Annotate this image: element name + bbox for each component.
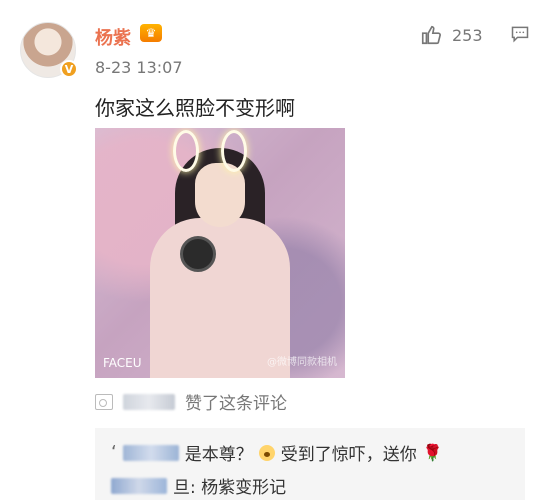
reply-item[interactable]: 旦: 杨紫变形记	[111, 473, 286, 498]
crown-badge-icon: ♛	[140, 24, 162, 42]
photo-watermark-left: FACEU	[103, 356, 142, 370]
thumbs-up-icon	[421, 25, 441, 45]
rose-icon: 🌹	[422, 443, 443, 462]
verified-badge-icon: V	[60, 60, 78, 78]
username[interactable]: 杨紫	[95, 24, 131, 50]
reply-text-part-2: 受到了惊吓，送你	[280, 445, 417, 465]
liked-comment-label: 赞了这条评论	[185, 394, 287, 414]
reply-like-meta: 赞了这条评论	[95, 389, 287, 414]
bunny-ear-left-icon	[173, 130, 199, 172]
handheld-fan	[180, 236, 216, 272]
like-count: 253	[452, 25, 483, 45]
blurred-reply-user	[111, 477, 167, 494]
like-action[interactable]: 253	[420, 24, 483, 46]
person-face	[195, 163, 245, 227]
reply-text-part-1: 是本尊？	[184, 445, 253, 465]
comment-icon[interactable]	[510, 24, 530, 44]
replies-box: ‘ 是本尊？ 受到了惊吓，送你 🌹 旦: 杨紫变形记	[95, 428, 525, 500]
reply-icon	[95, 393, 113, 410]
photo-watermark-right: @微博同款相机	[267, 357, 337, 368]
post-content: 你家这么照脸不变形啊	[95, 96, 295, 120]
shocked-emoji-icon	[258, 444, 275, 461]
post-photo[interactable]: FACEU @微博同款相机	[95, 128, 345, 378]
post-timestamp: 8-23 13:07	[95, 58, 183, 77]
reply-text: 旦: 杨紫变形记	[173, 478, 287, 498]
blurred-reply-user	[122, 444, 179, 461]
reply-quote-mark: ‘	[111, 442, 117, 463]
avatar[interactable]: V	[20, 22, 78, 78]
blurred-user-name	[123, 393, 175, 410]
reply-item[interactable]: ‘ 是本尊？ 受到了惊吓，送你 🌹	[111, 440, 443, 465]
bunny-ear-right-icon	[221, 130, 247, 172]
